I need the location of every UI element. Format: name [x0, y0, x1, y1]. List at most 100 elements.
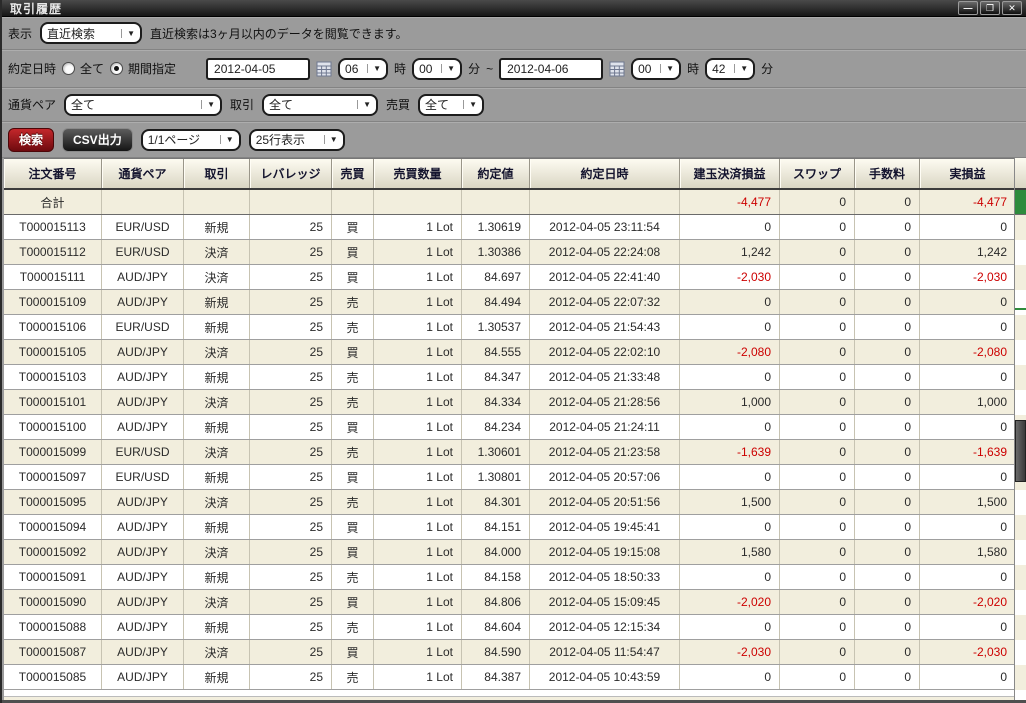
side-select[interactable]: 全て ▼	[418, 93, 485, 116]
to-hour-select[interactable]: 00 ▼	[631, 57, 682, 80]
trade-history-window: 取引履歴 — ❐ ✕ 表示 直近検索 ▼ 直近検索は3ヶ月以内のデータを閲覧でき…	[0, 0, 1026, 703]
chevron-down-icon: ▼	[357, 100, 371, 109]
radio-period-label: 期間指定	[128, 62, 177, 76]
to-minute-select[interactable]: 42 ▼	[705, 57, 756, 80]
cell-net-pl: 0	[920, 365, 1016, 389]
cell-order-number: T000015111	[4, 265, 102, 289]
cell-side: 買	[332, 415, 374, 439]
radio-period[interactable]: 期間指定	[110, 60, 176, 77]
table-row: T000015088 AUD/JPY 新規 25 売 1 Lot 84.604 …	[4, 615, 1016, 640]
search-button[interactable]: 検索	[8, 127, 55, 152]
cell-quantity: 1 Lot	[374, 565, 462, 589]
cell-exec-price: 1.30801	[462, 465, 530, 489]
cell-order-number: T000015099	[4, 440, 102, 464]
cell-currency-pair: AUD/JPY	[102, 515, 184, 539]
table-row: T000015090 AUD/JPY 決済 25 買 1 Lot 84.806 …	[4, 590, 1016, 615]
side-label: 売買	[386, 98, 411, 112]
cell-exec-price: 84.806	[462, 590, 530, 614]
cell-fee: 0	[855, 590, 920, 614]
from-date-calendar-icon[interactable]	[316, 61, 332, 77]
cell-net-pl: 1,000	[920, 390, 1016, 414]
cell-swap: 0	[780, 290, 855, 314]
trade-select[interactable]: 全て ▼	[262, 93, 379, 116]
cell-swap: 0	[780, 415, 855, 439]
cell-order-number: T000015095	[4, 490, 102, 514]
cell-side: 売	[332, 315, 374, 339]
cell-leverage: 25	[250, 265, 332, 289]
chevron-down-icon: ▼	[660, 64, 674, 73]
cell-net-pl: 0	[920, 415, 1016, 439]
cell-leverage: 25	[250, 640, 332, 664]
cell-exec-datetime: 2012-04-05 10:43:59	[530, 665, 680, 689]
cell-fee: 0	[855, 365, 920, 389]
cell-leverage: 25	[250, 515, 332, 539]
cell-exec-datetime: 2012-04-05 21:28:56	[530, 390, 680, 414]
table-row: T000015103 AUD/JPY 新規 25 売 1 Lot 84.347 …	[4, 365, 1016, 390]
header-exec-datetime: 約定日時	[530, 159, 680, 188]
from-hour-select[interactable]: 06 ▼	[338, 57, 389, 80]
chevron-down-icon: ▼	[219, 135, 234, 144]
cell-currency-pair: AUD/JPY	[102, 565, 184, 589]
cell-swap: 0	[780, 390, 855, 414]
display-select[interactable]: 直近検索 ▼	[40, 22, 143, 44]
cell-quantity: 1 Lot	[374, 590, 462, 614]
cell-trade-type: 決済	[184, 265, 250, 289]
cell-leverage: 25	[250, 490, 332, 514]
close-button[interactable]: ✕	[1002, 1, 1022, 15]
cell-leverage: 25	[250, 665, 332, 689]
cell-net-pl: 0	[920, 565, 1016, 589]
cell-order-number: T000015113	[4, 215, 102, 239]
maximize-button[interactable]: ❐	[980, 1, 1000, 15]
table-row: T000015097 EUR/USD 新規 25 買 1 Lot 1.30801…	[4, 465, 1016, 490]
minimize-button[interactable]: —	[958, 1, 978, 15]
from-minute-select[interactable]: 00 ▼	[412, 57, 463, 80]
csv-export-button[interactable]: CSV出力	[62, 127, 133, 152]
cell-side: 売	[332, 565, 374, 589]
cell-quantity: 1 Lot	[374, 315, 462, 339]
display-note: 直近検索は3ヶ月以内のデータを閲覧できます。	[150, 26, 408, 41]
cell-trade-type: 新規	[184, 290, 250, 314]
cell-position-pl: -2,020	[680, 590, 780, 614]
cell-swap: 0	[780, 665, 855, 689]
cell-currency-pair: AUD/JPY	[102, 290, 184, 314]
cell-currency-pair: EUR/USD	[102, 240, 184, 264]
cell-leverage: 25	[250, 615, 332, 639]
cell-exec-datetime: 2012-04-05 20:57:06	[530, 465, 680, 489]
vertical-scrollbar-thumb[interactable]	[1015, 420, 1026, 482]
pair-select[interactable]: 全て ▼	[64, 93, 223, 116]
cell-trade-type: 決済	[184, 540, 250, 564]
chevron-down-icon: ▼	[463, 100, 477, 109]
cell-side: 買	[332, 340, 374, 364]
cell-quantity: 1 Lot	[374, 215, 462, 239]
from-date-input[interactable]: 2012-04-05	[206, 57, 311, 80]
table-row: T000015092 AUD/JPY 決済 25 買 1 Lot 84.000 …	[4, 540, 1016, 565]
cell-quantity: 1 Lot	[374, 465, 462, 489]
cell-exec-datetime: 2012-04-05 22:02:10	[530, 340, 680, 364]
cell-fee: 0	[855, 340, 920, 364]
display-label: 表示	[8, 26, 33, 41]
to-date-calendar-icon[interactable]	[609, 61, 625, 77]
pair-label: 通貨ペア	[8, 98, 57, 112]
header-trade-type: 取引	[184, 159, 250, 188]
to-date-input[interactable]: 2012-04-06	[499, 57, 604, 80]
table-row: T000015091 AUD/JPY 新規 25 売 1 Lot 84.158 …	[4, 565, 1016, 590]
clipped-column-header	[1015, 158, 1026, 190]
cell-fee: 0	[855, 390, 920, 414]
cell-exec-datetime: 2012-04-05 11:54:47	[530, 640, 680, 664]
header-quantity: 売買数量	[374, 159, 462, 188]
cell-leverage: 25	[250, 365, 332, 389]
cell-quantity: 1 Lot	[374, 615, 462, 639]
clipped-total-cell	[1015, 190, 1026, 215]
page-select[interactable]: 1/1ページ ▼	[140, 128, 241, 151]
display-filter-row: 表示 直近検索 ▼ 直近検索は3ヶ月以内のデータを閲覧できます。	[2, 17, 1026, 50]
window-title: 取引履歴	[10, 1, 63, 16]
radio-all[interactable]: 全て	[62, 60, 104, 77]
cell-exec-price: 84.000	[462, 540, 530, 564]
cell-order-number: T000015103	[4, 365, 102, 389]
cell-leverage: 25	[250, 465, 332, 489]
cell-side: 売	[332, 665, 374, 689]
cell-trade-type: 決済	[184, 390, 250, 414]
rows-per-page-select[interactable]: 25行表示 ▼	[248, 128, 345, 151]
cell-currency-pair: AUD/JPY	[102, 665, 184, 689]
cell-swap: 0	[780, 565, 855, 589]
